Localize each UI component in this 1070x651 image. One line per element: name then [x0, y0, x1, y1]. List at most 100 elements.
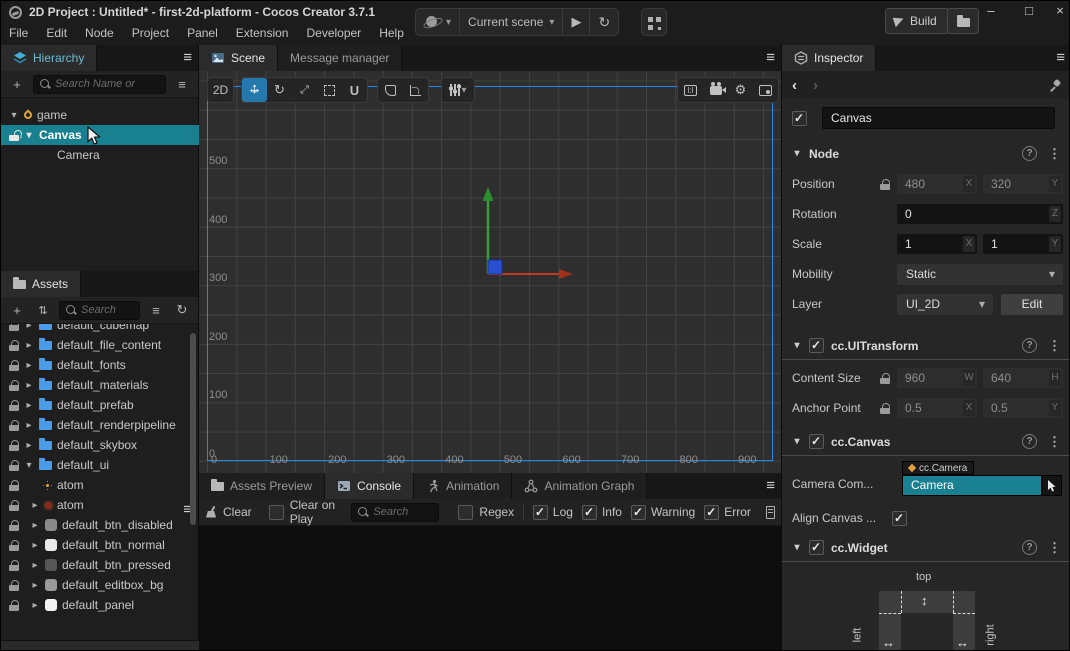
- hierarchy-filter-icon[interactable]: ≡: [172, 74, 192, 94]
- anchor-x-input[interactable]: 0.5X: [897, 398, 977, 418]
- uitransform-section-header[interactable]: ▾ cc.UITransform ? ⋮: [782, 333, 1070, 358]
- rect-tool-button[interactable]: [317, 78, 342, 102]
- lock-icon[interactable]: [880, 373, 890, 384]
- content-size-h-input[interactable]: 640H: [983, 368, 1063, 388]
- menu-help[interactable]: Help: [379, 26, 404, 40]
- pin-icon[interactable]: [1049, 79, 1062, 92]
- assets-filter-icon[interactable]: ≡: [146, 300, 166, 320]
- scene-gear-button[interactable]: ⚙: [728, 78, 753, 102]
- asset-row[interactable]: atom: [1, 475, 199, 495]
- asset-row[interactable]: ▸ default_btn_normal: [1, 535, 199, 555]
- right-align-arrow-icon[interactable]: ↔: [956, 635, 969, 650]
- node-name-input[interactable]: Canvas: [822, 107, 1055, 129]
- menu-project[interactable]: Project: [132, 26, 169, 40]
- snap-corner-button[interactable]: [378, 78, 403, 102]
- asset-row[interactable]: ▸ default_btn_disabled: [1, 515, 199, 535]
- tab-message-manager[interactable]: Message manager: [278, 45, 402, 71]
- chevron-right-icon[interactable]: ▸: [24, 360, 34, 371]
- top-align-arrow-icon[interactable]: ↕: [921, 593, 928, 608]
- chevron-down-icon[interactable]: ▾: [24, 460, 34, 471]
- kebab-menu-icon[interactable]: ⋮: [1048, 540, 1061, 556]
- widget-alignment-diagram[interactable]: top ↕ ↔ ↔ left right: [782, 567, 1070, 651]
- assets-search-input[interactable]: Search: [59, 301, 140, 320]
- chevron-right-icon[interactable]: ▸: [24, 380, 34, 391]
- log-file-icon[interactable]: [766, 506, 775, 519]
- inspector-menu-icon[interactable]: ≡: [1056, 49, 1065, 66]
- chevron-right-icon[interactable]: ▸: [24, 324, 34, 331]
- forward-icon[interactable]: ›: [813, 77, 818, 94]
- clear-on-play-toggle[interactable]: Clear on Play: [269, 498, 343, 526]
- help-icon[interactable]: ?: [1022, 540, 1037, 555]
- menu-extension[interactable]: Extension: [236, 26, 289, 40]
- node-row-canvas[interactable]: ▾ Canvas: [1, 125, 199, 145]
- chevron-right-icon[interactable]: ▸: [24, 340, 34, 351]
- layer-edit-button[interactable]: Edit: [1001, 294, 1063, 315]
- mobility-select[interactable]: Static: [897, 264, 1063, 285]
- position-y-input[interactable]: 320Y: [983, 174, 1063, 194]
- chevron-right-icon[interactable]: ▸: [30, 600, 40, 611]
- aspect-ratio-button[interactable]: l:l: [678, 78, 703, 102]
- scene-select[interactable]: Current scene ▾: [460, 9, 563, 35]
- platform-select[interactable]: ▾: [416, 9, 460, 35]
- tab-scene[interactable]: Scene: [199, 45, 278, 71]
- node-row-game[interactable]: ▾ game: [1, 105, 199, 125]
- create-node-button[interactable]: +: [7, 74, 27, 94]
- tab-console[interactable]: Console: [325, 473, 414, 499]
- asset-row[interactable]: ▸ default_btn_pressed: [1, 555, 199, 575]
- close-button[interactable]: ×: [1045, 1, 1070, 21]
- tab-assets-preview[interactable]: Assets Preview: [199, 473, 325, 499]
- help-icon[interactable]: ?: [1022, 146, 1037, 161]
- chevron-down-icon[interactable]: ▾: [24, 130, 34, 141]
- chevron-right-icon[interactable]: ▸: [30, 520, 40, 531]
- preview-qr-button[interactable]: [641, 8, 667, 36]
- refresh-assets-icon[interactable]: ↻: [172, 300, 192, 320]
- kebab-menu-icon[interactable]: ⋮: [1048, 338, 1061, 354]
- clear-on-play-checkbox[interactable]: [269, 505, 284, 520]
- asset-row[interactable]: ▸ default_materials: [1, 375, 199, 395]
- menu-node[interactable]: Node: [85, 26, 114, 40]
- scene-viewport[interactable]: 0100200300400500600700800900010020030040…: [199, 71, 781, 473]
- chevron-right-icon[interactable]: ▸: [30, 540, 40, 551]
- kebab-menu-icon[interactable]: ⋮: [1048, 146, 1061, 162]
- tab-inspector[interactable]: Inspector: [782, 45, 876, 71]
- move-tool-button[interactable]: [242, 78, 267, 102]
- maximize-button[interactable]: □: [1014, 1, 1044, 21]
- tab-assets[interactable]: Assets: [1, 271, 81, 297]
- node-section-header[interactable]: ▾ Node ? ⋮: [782, 141, 1070, 166]
- chevron-right-icon[interactable]: ▸: [30, 580, 40, 591]
- back-icon[interactable]: ‹: [792, 77, 797, 94]
- anchor-y-input[interactable]: 0.5Y: [983, 398, 1063, 418]
- uitransform-enabled-checkbox[interactable]: [809, 338, 824, 353]
- regex-checkbox[interactable]: [458, 505, 473, 520]
- camera-picker-button[interactable]: [1042, 475, 1062, 496]
- snap-angle-button[interactable]: [403, 78, 428, 102]
- hierarchy-search-input[interactable]: Search Name or: [33, 75, 166, 94]
- rotation-z-input[interactable]: 0Z: [897, 204, 1063, 224]
- canvas-section-header[interactable]: ▾ cc.Canvas ? ⋮: [782, 429, 1070, 454]
- chevron-down-icon[interactable]: ▾: [9, 110, 19, 121]
- assets-scrollbar[interactable]: [190, 333, 196, 525]
- asset-row[interactable]: ▾ default_ui: [1, 455, 199, 475]
- console-output[interactable]: [199, 526, 781, 651]
- menu-developer[interactable]: Developer: [306, 26, 361, 40]
- gizmo-extra-tool-button[interactable]: U: [342, 78, 367, 102]
- content-size-w-input[interactable]: 960W: [897, 368, 977, 388]
- chevron-right-icon[interactable]: ▸: [24, 400, 34, 411]
- menu-edit[interactable]: Edit: [46, 26, 67, 40]
- left-align-arrow-icon[interactable]: ↔: [882, 635, 895, 650]
- toggle-2d-3d-button[interactable]: 2D: [208, 78, 233, 102]
- asset-row[interactable]: ▸ default_fonts: [1, 355, 199, 375]
- widget-enabled-checkbox[interactable]: [809, 540, 824, 555]
- scene-camera-button[interactable]: [703, 78, 728, 102]
- menu-panel[interactable]: Panel: [187, 26, 218, 40]
- restart-button[interactable]: ↻: [590, 9, 618, 35]
- play-button[interactable]: ▶: [563, 9, 590, 35]
- open-project-folder-button[interactable]: [947, 8, 979, 34]
- scale-tool-button[interactable]: ⤢: [292, 78, 317, 102]
- align-canvas-checkbox[interactable]: [892, 511, 907, 526]
- chevron-right-icon[interactable]: ▸: [24, 420, 34, 431]
- log-checkbox[interactable]: [533, 505, 548, 520]
- console-panel-menu-icon[interactable]: ≡: [766, 477, 775, 494]
- node-row-camera[interactable]: Camera: [1, 145, 199, 165]
- regex-toggle[interactable]: Regex: [458, 505, 514, 520]
